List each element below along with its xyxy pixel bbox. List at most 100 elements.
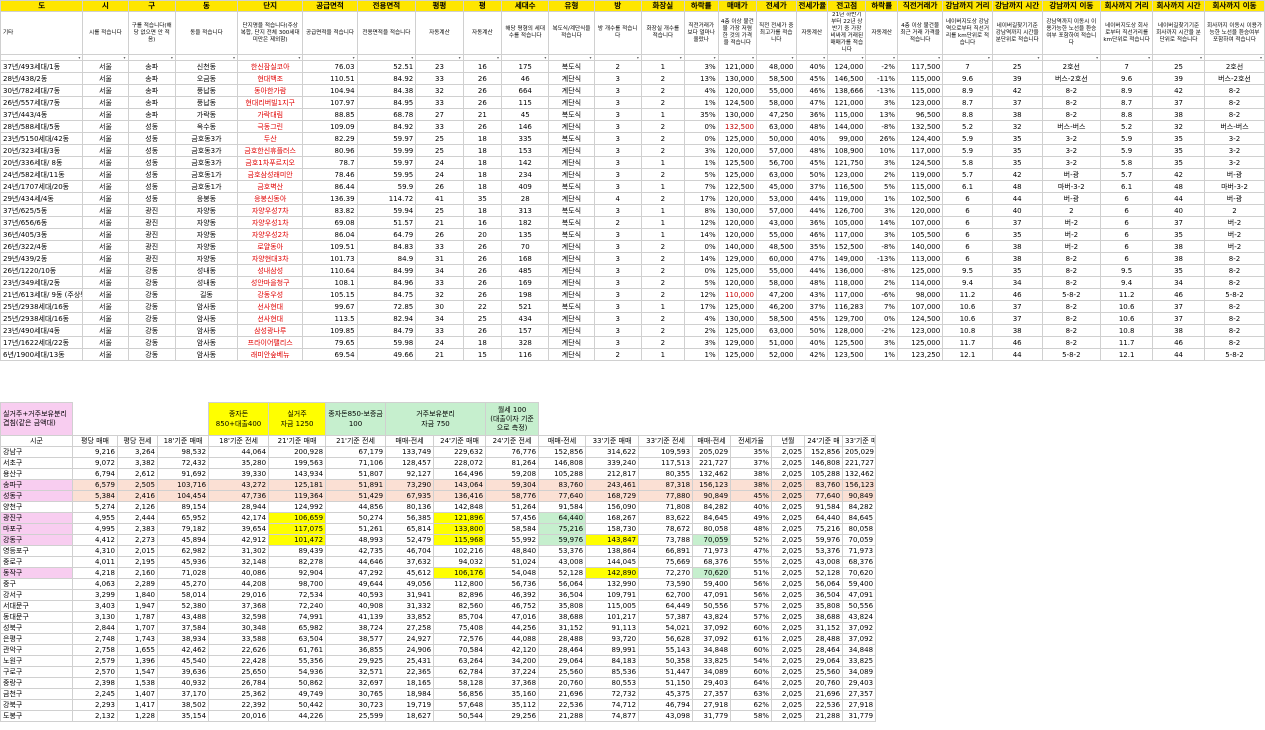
column-header[interactable]: 21'기준 매매 [268,435,327,447]
table-cell[interactable]: 35,808 [538,600,587,612]
table-cell[interactable]: 2,416 [117,490,158,502]
table-cell[interactable]: 계단식 [548,96,595,109]
table-cell[interactable]: 62,700 [638,589,694,601]
table-cell[interactable]: 서울 [82,60,129,73]
table-cell[interactable]: 130,000 [717,108,758,121]
column-header[interactable]: 매매가 [717,0,758,12]
table-cell[interactable]: 53,376 [804,545,844,557]
column-header[interactable]: 강남까지 시간 [991,0,1043,12]
table-cell[interactable]: 33,588 [208,633,270,645]
table-cell[interactable]: 35 [1152,264,1205,277]
table-cell[interactable]: 168,729 [585,490,640,502]
column-header[interactable]: 전세가 [756,0,797,12]
table-cell[interactable]: 44,226 [268,710,327,722]
table-cell[interactable]: 11.2 [942,288,993,301]
table-cell[interactable]: 153 [500,144,550,157]
table-cell[interactable]: 37 [991,96,1043,109]
table-cell[interactable]: 37% [795,180,829,193]
table-cell[interactable]: 29,925 [325,655,387,667]
table-cell[interactable]: 140,000 [717,240,758,253]
column-description[interactable]: 4층 이상 불건물 가장 저렴한 것의 가격을 적습니다 [717,11,758,55]
table-cell[interactable]: 48% [795,276,829,289]
table-cell[interactable]: 3 [593,324,642,337]
table-cell[interactable]: 서울 [82,144,129,157]
table-cell[interactable]: 가락대림 [236,108,304,121]
table-cell[interactable]: 66,891 [638,545,694,557]
table-cell[interactable]: 14% [865,216,899,229]
table-cell[interactable]: 109,593 [638,446,694,458]
table-cell[interactable]: 2,025 [771,578,806,590]
table-cell[interactable]: 65,982 [268,622,327,634]
column-header[interactable]: 하락률 [865,0,899,12]
table-cell[interactable]: 1,707 [117,622,158,634]
table-cell[interactable]: 79,182 [156,523,210,535]
table-cell[interactable]: 38 [1152,324,1205,337]
table-cell[interactable]: 29,016 [208,589,270,601]
table-cell[interactable]: 16 [462,60,503,73]
table-cell[interactable]: 7% [865,300,899,313]
table-cell[interactable]: 48,993 [325,534,387,546]
table-cell[interactable]: 8-2 [1203,276,1265,289]
table-cell[interactable]: 51,429 [325,490,387,502]
table-cell[interactable]: 2,293 [72,699,118,711]
table-cell[interactable]: 6 [942,240,993,253]
table-cell[interactable]: 3% [683,144,719,157]
table-cell[interactable]: 45 [500,108,550,121]
table-cell[interactable]: 1 [640,108,685,121]
table-cell[interactable]: 142 [500,156,550,169]
table-cell[interactable]: 3% [865,204,899,217]
table-cell[interactable]: 129,000 [717,336,758,349]
table-cell[interactable]: 복도식 [548,132,595,145]
table-cell[interactable]: 금호1차푸르지오 [236,156,304,169]
table-cell[interactable]: 3 [593,300,642,313]
table-cell[interactable]: 18 [462,204,503,217]
table-cell[interactable]: 84.95 [356,96,417,109]
table-cell[interactable]: 68,376 [842,556,877,568]
table-cell[interactable]: 3% [865,156,899,169]
table-cell[interactable]: 22,392 [208,699,270,711]
column-description[interactable]: 네이버지도상 회사로부터 직선거리를 km단위로 적습니다 [1100,11,1154,55]
table-cell[interactable]: 17% [683,192,719,205]
table-cell[interactable]: 0% [683,264,719,277]
table-cell[interactable]: 서울 [82,312,129,325]
table-cell[interactable]: 36,504 [538,589,587,601]
table-cell[interactable]: 91,584 [538,501,587,513]
table-cell[interactable]: 48 [1152,180,1205,193]
table-cell[interactable]: 1 [640,216,685,229]
table-cell[interactable]: 34,200 [485,655,540,667]
table-cell[interactable]: 49,644 [325,578,387,590]
table-cell[interactable]: 2 [640,252,685,265]
table-cell[interactable]: 3 [593,288,642,301]
table-cell[interactable]: 3,382 [117,457,158,469]
table-cell[interactable]: 6 [1100,204,1154,217]
table-cell[interactable]: 42 [1152,84,1205,97]
table-cell[interactable]: 56,856 [433,688,487,700]
column-header[interactable]: 평평 [415,0,464,12]
district-name[interactable]: 용산구 [0,468,73,480]
table-cell[interactable]: 38,724 [325,622,387,634]
table-cell[interactable]: 24,906 [385,644,435,656]
table-cell[interactable]: 25,560 [538,666,587,678]
table-cell[interactable]: 38,688 [538,611,587,623]
table-cell[interactable]: 69.54 [302,348,358,361]
table-cell[interactable]: 39 [1152,72,1205,85]
table-cell[interactable]: 72,270 [638,567,694,579]
table-cell[interactable]: 14% [683,252,719,265]
column-description[interactable]: 복도식/계단식을 적습니다 [548,11,595,55]
table-cell[interactable]: 6,794 [72,468,118,480]
table-cell[interactable]: 34,089 [842,666,877,678]
table-cell[interactable]: 59.95 [356,168,417,181]
table-cell[interactable]: 38 [991,324,1043,337]
table-cell[interactable]: 21,696 [538,688,587,700]
table-cell[interactable]: 26년/322/4동 [0,240,84,253]
table-cell[interactable]: 50% [795,324,829,337]
table-cell[interactable]: 152,856 [804,446,844,458]
table-cell[interactable]: 58,500 [756,72,797,85]
table-cell[interactable]: 138,666 [827,84,867,97]
table-cell[interactable]: 서울 [82,288,129,301]
table-cell[interactable]: 48% [730,523,773,535]
table-cell[interactable]: 33 [415,72,464,85]
column-header[interactable]: 방 [593,0,642,12]
table-cell[interactable]: 51,447 [638,666,694,678]
table-cell[interactable]: 43,000 [756,216,797,229]
